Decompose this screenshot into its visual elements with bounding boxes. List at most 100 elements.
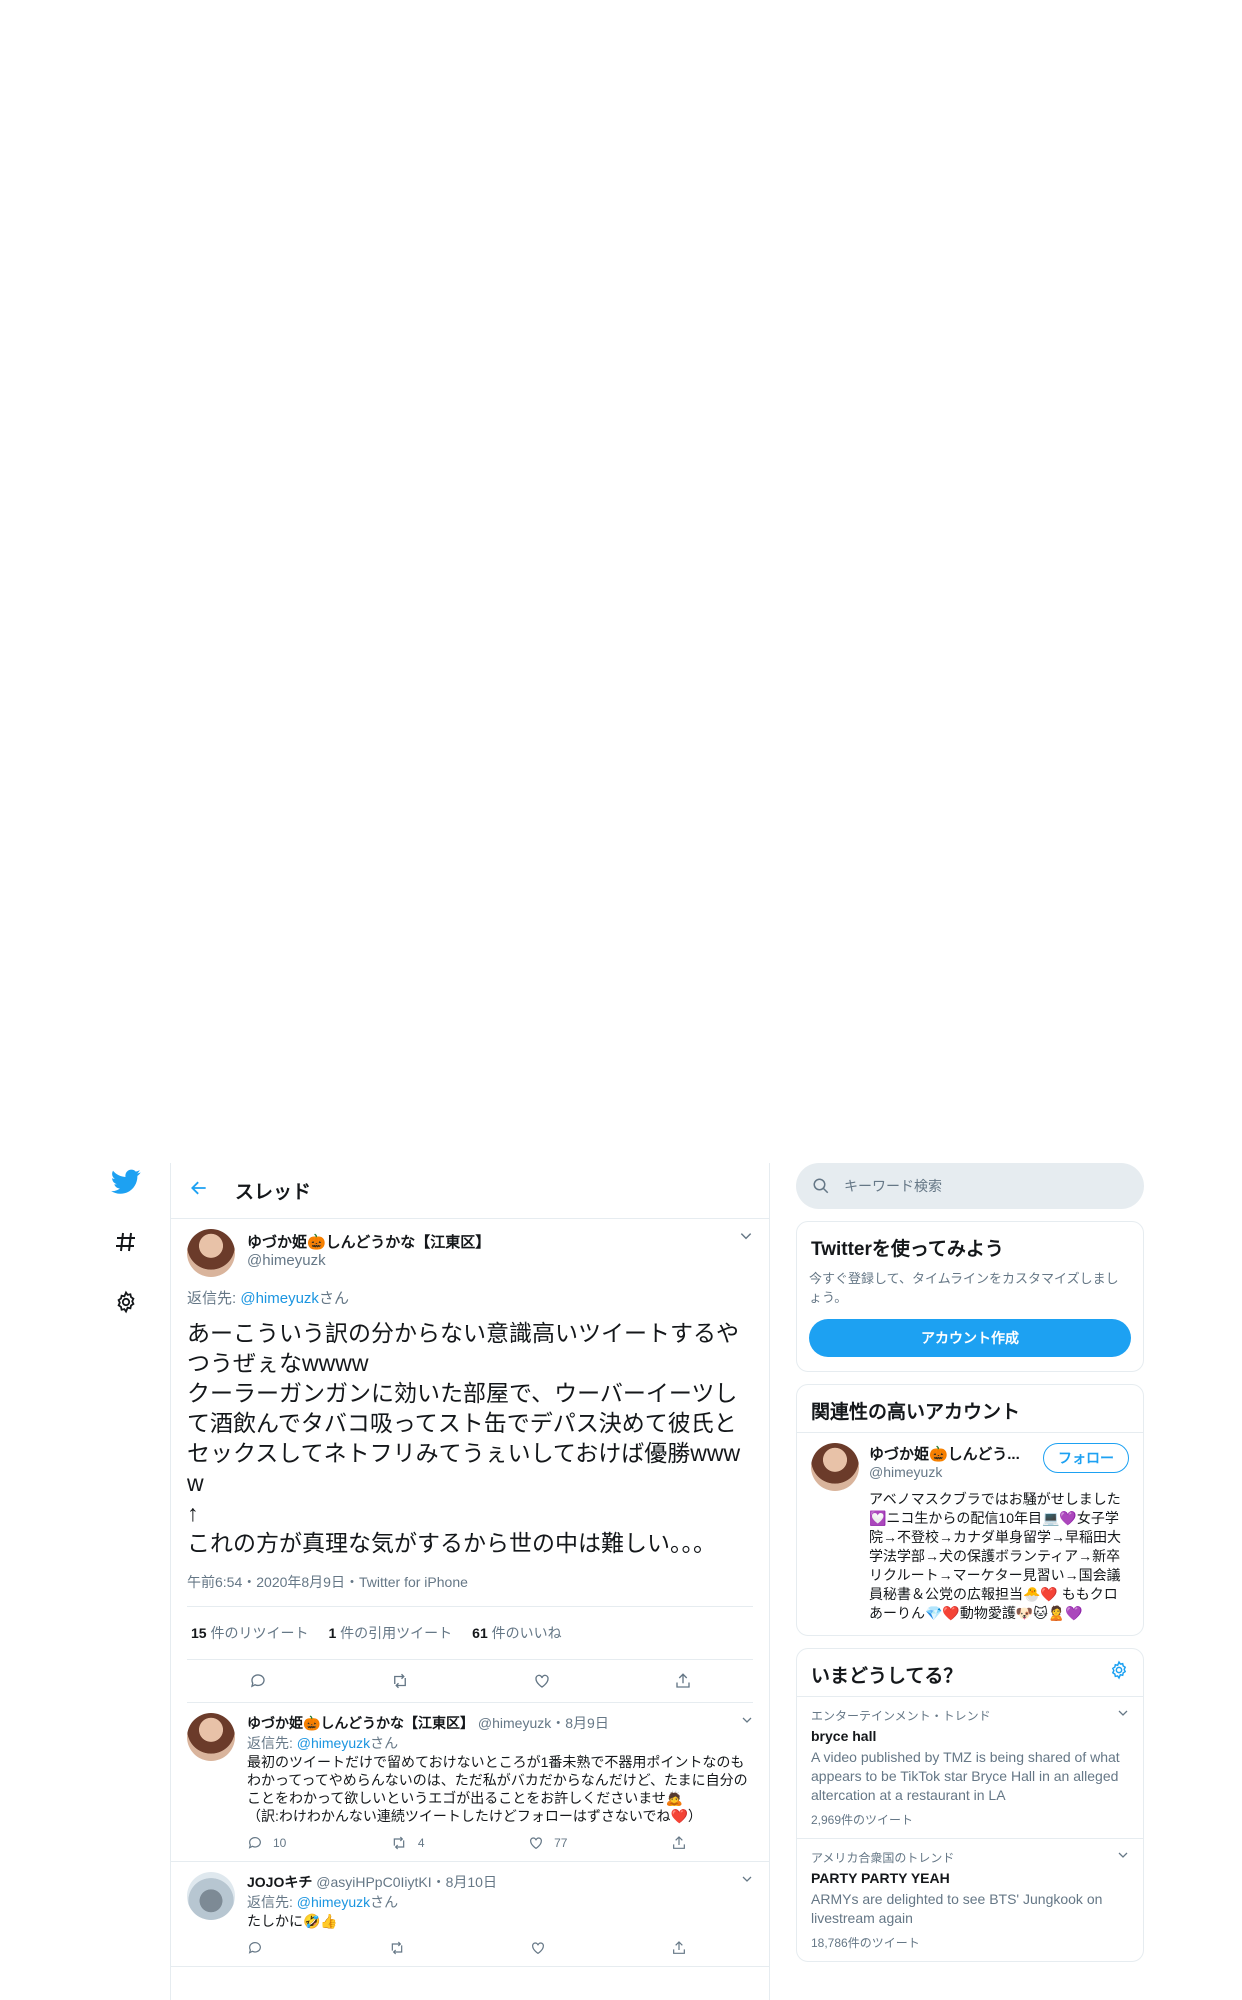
search-icon [813, 1178, 829, 1194]
signup-card: Twitterを使ってみよう 今すぐ登録して、タイムラインをカスタマイズしましょ… [796, 1221, 1144, 1372]
trend-count: 2,969件のツイート [811, 1813, 914, 1827]
reply-tweet[interactable]: ゆづか姫🎃しんどうかな【江東区】 @himeyuzk・8月9日 返信先: @hi… [171, 1703, 769, 1862]
reply-to-suffix: さん [370, 1894, 399, 1910]
reply-to: 返信先: @himeyuzkさん [187, 1287, 753, 1308]
chevron-down-icon[interactable] [741, 1872, 753, 1888]
trend-count: 18,786件のツイート [811, 1936, 920, 1950]
gear-icon[interactable] [104, 1280, 148, 1324]
reply-to-suffix: さん [318, 1290, 349, 1307]
signup-subtitle: 今すぐ登録して、タイムラインをカスタマイズしましょう。 [809, 1271, 1119, 1305]
reply-button[interactable] [247, 1940, 263, 1956]
follow-button[interactable]: フォロー [1043, 1443, 1129, 1473]
trend-category: アメリカ合衆国のトレンド [811, 1851, 955, 1865]
reply-to-prefix: 返信先: [187, 1290, 241, 1307]
related-accounts-card: 関連性の高いアカウント ゆづか姫🎃しんどう... @himeyuzk フォロー … [796, 1384, 1144, 1636]
trends-card: いまどうしてる？ エンターテインメント・トレンド bryce hall A vi… [796, 1648, 1144, 1962]
retweet-count-value: 15 [191, 1625, 207, 1641]
share-icon [673, 1836, 685, 1849]
trend-category: エンターテインメント・トレンド [811, 1709, 991, 1723]
retweet-button[interactable]: 4 [390, 1835, 425, 1851]
reply-to: 返信先: @himeyuzkさん [247, 1892, 753, 1912]
reply-icon[interactable] [249, 1672, 267, 1690]
tweet-text: あーこういう訳の分からない意識高いツイートするやつうぜぇなwwww クーラーガン… [187, 1320, 741, 1556]
quote-count-label: 件の引用ツイート [336, 1625, 453, 1641]
reply-to-suffix: さん [370, 1735, 399, 1751]
reply-icon [248, 1837, 261, 1849]
like-icon [530, 1837, 543, 1850]
tweet-actions [187, 1660, 753, 1703]
trend-name: bryce hall [811, 1728, 877, 1744]
like-count[interactable]: 61 件のいいね [472, 1623, 561, 1643]
signup-title: Twitterを使ってみよう [811, 1239, 1004, 1260]
retweet-count[interactable]: 15 件のリツイート [191, 1623, 308, 1643]
share-icon [673, 1941, 685, 1954]
trend-name: PARTY PARTY YEAH [811, 1870, 950, 1886]
trend-description: A video published by TMZ is being shared… [811, 1749, 1120, 1803]
trend-description: ARMYs are delighted to see BTS' Jungkook… [811, 1891, 1103, 1926]
reply-to: 返信先: @himeyuzkさん [247, 1733, 753, 1753]
avatar[interactable] [187, 1713, 235, 1761]
retweet-count-label: 件のリツイート [206, 1625, 309, 1641]
account-handle[interactable]: @himeyuzk [869, 1464, 1020, 1480]
retweet-icon [393, 1836, 405, 1850]
display-name[interactable]: ゆづか姫🎃しんどうかな【江東区】 [247, 1715, 474, 1731]
like-button[interactable]: 77 [528, 1835, 567, 1851]
user-handle[interactable]: @himeyuzk [247, 1252, 490, 1269]
create-account-button[interactable]: アカウント作成 [809, 1319, 1131, 1357]
trend-item[interactable]: アメリカ合衆国のトレンド PARTY PARTY YEAH ARMYs are … [797, 1838, 1143, 1961]
share-button[interactable] [671, 1835, 687, 1851]
display-name[interactable]: ゆづか姫🎃しんどうかな【江東区】 [247, 1231, 490, 1252]
retweet-button[interactable] [388, 1940, 406, 1956]
tweet-meta[interactable]: 午前6:54・2020年8月9日・Twitter for iPhone [187, 1572, 753, 1607]
retweet-icon[interactable] [390, 1672, 410, 1690]
main-tweet: ゆづか姫🎃しんどうかな【江東区】 @himeyuzk 返信先: @himeyuz… [171, 1219, 769, 1703]
account-bio: アベノマスクブラではお騒がせしました💟ニコ生からの配信10年目💻💜女子学院→不登… [869, 1491, 1121, 1621]
trends-title: いまどうしてる？ [811, 1666, 963, 1687]
avatar[interactable] [187, 1229, 235, 1277]
search-placeholder: キーワード検索 [844, 1178, 942, 1194]
chevron-down-icon[interactable] [1117, 1849, 1129, 1866]
user-handle-date[interactable]: @asyiHPpC0IiytKI・8月10日 [316, 1874, 497, 1890]
chevron-down-icon[interactable] [739, 1229, 753, 1277]
page: スレッド ゆづか姫🎃しんどうかな【江東区】 @himeyuzk 返信先: @hi… [0, 0, 1242, 2000]
tweet-actions: 10 4 77 [247, 1835, 687, 1851]
twitter-bird-icon[interactable] [104, 1160, 148, 1204]
hashtag-icon[interactable] [104, 1220, 148, 1264]
like-button[interactable] [530, 1940, 546, 1956]
search-box[interactable]: キーワード検索 [796, 1163, 1144, 1209]
back-arrow-icon[interactable] [189, 1178, 209, 1203]
tweet-stats: 15 件のリツイート 1 件の引用ツイート 61 件のいいね [187, 1607, 753, 1660]
reply-to-link[interactable]: @himeyuzk [297, 1735, 370, 1751]
right-sidebar: キーワード検索 Twitterを使ってみよう 今すぐ登録して、タイムラインをカス… [796, 1163, 1144, 1962]
display-name[interactable]: JOJOキチ [247, 1874, 312, 1890]
reply-to-prefix: 返信先: [247, 1735, 297, 1751]
like-count: 77 [554, 1836, 568, 1850]
avatar[interactable] [811, 1443, 859, 1491]
like-icon [532, 1942, 545, 1955]
trend-item[interactable]: エンターテインメント・トレンド bryce hall A video publi… [797, 1696, 1143, 1838]
page-title: スレッド [235, 1182, 312, 1203]
account-name[interactable]: ゆづか姫🎃しんどう... [869, 1443, 1020, 1464]
avatar[interactable] [187, 1872, 235, 1920]
like-icon[interactable] [533, 1672, 551, 1690]
like-count-label: 件のいいね [487, 1625, 562, 1641]
reply-to-link[interactable]: @himeyuzk [240, 1290, 319, 1307]
reply-to-link[interactable]: @himeyuzk [297, 1894, 370, 1910]
chevron-down-icon[interactable] [1117, 1707, 1129, 1724]
left-nav [104, 1160, 148, 1340]
reply-button[interactable]: 10 [247, 1835, 286, 1851]
share-icon[interactable] [674, 1672, 692, 1690]
retweet-icon [391, 1941, 402, 1955]
gear-icon[interactable] [1109, 1660, 1129, 1685]
quote-count[interactable]: 1 件の引用ツイート [328, 1623, 452, 1643]
share-button[interactable] [671, 1940, 687, 1956]
reply-tweet[interactable]: JOJOキチ @asyiHPpC0IiytKI・8月10日 返信先: @hime… [171, 1862, 769, 1967]
related-account[interactable]: ゆづか姫🎃しんどう... @himeyuzk フォロー アベノマスクブラではお騒… [797, 1432, 1143, 1635]
tweet-actions [247, 1940, 687, 1956]
tweet-text: たしかに🤣👍 [247, 1913, 338, 1929]
user-handle-date[interactable]: @himeyuzk・8月9日 [478, 1715, 609, 1731]
retweet-count: 4 [417, 1836, 425, 1850]
reply-icon [248, 1942, 261, 1954]
thread-column: スレッド ゆづか姫🎃しんどうかな【江東区】 @himeyuzk 返信先: @hi… [170, 1163, 770, 2000]
chevron-down-icon[interactable] [741, 1713, 753, 1729]
